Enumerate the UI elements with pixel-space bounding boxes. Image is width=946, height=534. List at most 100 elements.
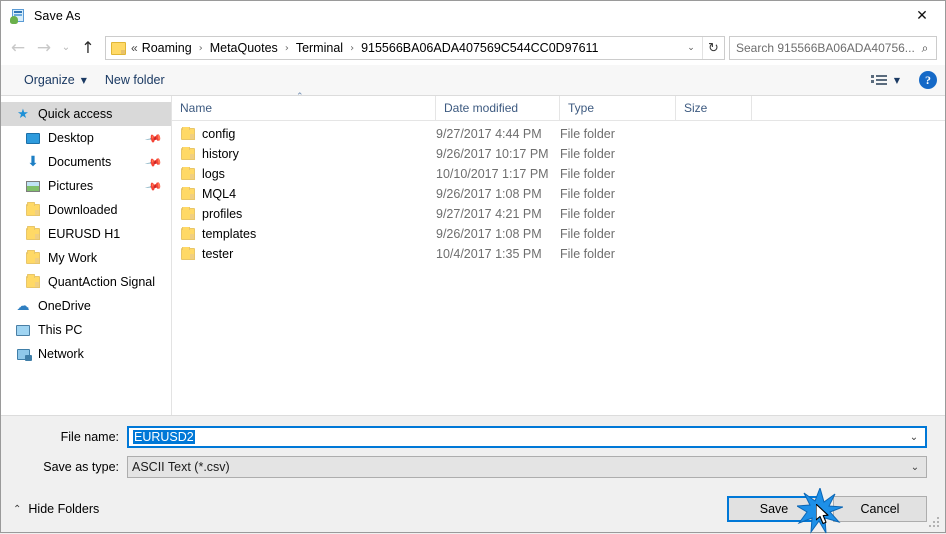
breadcrumb-item-terminal[interactable]: Terminal	[295, 41, 344, 55]
address-bar[interactable]: « Roaming › MetaQuotes › Terminal › 9155…	[105, 36, 725, 60]
file-name-cell: profiles	[172, 207, 436, 221]
pin-icon[interactable]: 📌	[144, 129, 163, 148]
filename-value-wrap: EURUSD2	[133, 430, 903, 444]
pin-icon[interactable]: 📌	[144, 153, 163, 172]
filename-row: File name: EURUSD2 ⌄	[1, 426, 945, 448]
table-row[interactable]: MQL4 9/26/2017 1:08 PM File folder	[172, 184, 945, 204]
search-icon[interactable]: ⌕	[916, 41, 934, 56]
folder-icon	[181, 247, 195, 260]
chevron-down-icon[interactable]: ⌄	[903, 432, 925, 443]
network-icon	[16, 348, 32, 361]
this-pc-icon-wrap	[13, 324, 33, 336]
file-type-cell: File folder	[560, 127, 615, 141]
file-date-cell: 10/10/2017 1:17 PM	[436, 167, 549, 181]
column-header-name-label: Name	[180, 101, 213, 115]
breadcrumb-separator-icon[interactable]: ›	[193, 43, 209, 54]
column-header-date-modified[interactable]: Date modified	[436, 96, 560, 120]
sidebar-item-label: My Work	[48, 251, 98, 265]
sidebar-item-onedrive[interactable]: ☁ OneDrive	[1, 294, 171, 318]
sidebar-item-eurusd-h1[interactable]: EURUSD H1	[1, 222, 171, 246]
hide-folders-button[interactable]: ⌃ Hide Folders	[13, 502, 99, 516]
up-one-level-icon[interactable]: ↑	[75, 35, 101, 61]
folder-icon-wrap	[23, 250, 43, 264]
table-row[interactable]: profiles 9/27/2017 4:21 PM File folder	[172, 204, 945, 224]
table-row[interactable]: history 9/26/2017 10:17 PM File folder	[172, 144, 945, 164]
new-folder-button[interactable]: New folder	[96, 69, 174, 91]
sidebar-item-quick-access[interactable]: ★ Quick access	[1, 102, 171, 126]
cancel-button[interactable]: Cancel	[833, 496, 927, 522]
column-header-size[interactable]: Size	[676, 96, 752, 120]
table-row[interactable]: logs 10/10/2017 1:17 PM File folder	[172, 164, 945, 184]
breadcrumb-overflow-icon[interactable]: «	[131, 41, 141, 55]
chevron-up-icon: ⌃	[13, 503, 22, 515]
address-folder-icon	[111, 41, 126, 55]
sidebar-item-this-pc[interactable]: This PC	[1, 318, 171, 342]
file-type-cell: File folder	[560, 227, 615, 241]
filetype-value: ASCII Text (*.csv)	[132, 460, 230, 474]
sort-ascending-icon: ⌃	[296, 92, 304, 102]
file-date-cell: 9/26/2017 1:08 PM	[436, 227, 542, 241]
onedrive-icon: ☁	[16, 298, 30, 314]
file-type-cell: File folder	[560, 147, 615, 161]
sidebar-item-label: QuantAction Signal	[48, 275, 156, 289]
window-title: Save As	[34, 9, 81, 23]
file-name-cell: tester	[172, 247, 436, 261]
filetype-row: Save as type: ASCII Text (*.csv) ⌄	[1, 456, 945, 478]
chevron-down-icon: ▼	[893, 75, 900, 85]
breadcrumb-item-roaming[interactable]: Roaming	[141, 41, 193, 55]
sidebar-item-desktop[interactable]: Desktop 📌	[1, 126, 171, 150]
sidebar-item-my-work[interactable]: My Work	[1, 246, 171, 270]
file-name-cell: logs	[172, 167, 436, 181]
chevron-down-icon[interactable]: ⌄	[904, 462, 926, 473]
file-date-cell: 9/26/2017 10:17 PM	[436, 147, 549, 161]
recent-locations-icon[interactable]: ⌄	[57, 35, 75, 61]
sidebar-item-network[interactable]: Network	[1, 342, 171, 366]
chevron-down-icon[interactable]: ⌄	[680, 37, 702, 59]
forward-icon[interactable]: →	[31, 35, 57, 61]
filetype-select[interactable]: ASCII Text (*.csv) ⌄	[127, 456, 927, 478]
file-name-label: profiles	[202, 207, 243, 221]
breadcrumb: « Roaming › MetaQuotes › Terminal › 9155…	[131, 41, 680, 55]
back-icon[interactable]: ←	[5, 35, 31, 61]
column-header-name[interactable]: Name ⌃	[172, 92, 436, 120]
file-type-cell: File folder	[560, 207, 615, 221]
table-row[interactable]: tester 10/4/2017 1:35 PM File folder	[172, 244, 945, 264]
new-folder-label: New folder	[104, 73, 165, 87]
navigation-bar: ← → ⌄ ↑ « Roaming › MetaQuotes › Termina…	[1, 31, 945, 65]
file-name-label: config	[202, 127, 236, 141]
refresh-icon[interactable]: ↻	[702, 37, 724, 59]
file-type-cell: File folder	[560, 167, 615, 181]
save-button[interactable]: Save	[727, 496, 821, 522]
network-icon-wrap	[13, 348, 33, 361]
search-input[interactable]: Search 915566BA06ADA40756... ⌕	[729, 36, 937, 60]
filename-input[interactable]: EURUSD2 ⌄	[127, 426, 927, 448]
sidebar-item-documents[interactable]: ⬇ Documents 📌	[1, 150, 171, 174]
folder-icon	[181, 167, 195, 180]
column-header-type[interactable]: Type	[560, 96, 676, 120]
pin-icon[interactable]: 📌	[144, 177, 163, 196]
filetype-label: Save as type:	[43, 460, 119, 474]
breadcrumb-item-terminal-id[interactable]: 915566BA06ADA407569C544CC0D97611	[360, 41, 599, 55]
file-type-cell: File folder	[560, 187, 615, 201]
button-row: ⌃ Hide Folders Save Cancel	[1, 486, 945, 532]
table-row[interactable]: config 9/27/2017 4:44 PM File folder	[172, 124, 945, 144]
sidebar-item-quantaction-signal[interactable]: QuantAction Signal	[1, 270, 171, 294]
change-view-button[interactable]: ▼	[866, 71, 905, 90]
sidebar-item-pictures[interactable]: Pictures 📌	[1, 174, 171, 198]
folder-icon	[181, 227, 195, 240]
help-button[interactable]: ?	[919, 71, 937, 89]
sidebar-item-label: Documents	[48, 155, 112, 169]
table-row[interactable]: templates 9/26/2017 1:08 PM File folder	[172, 224, 945, 244]
this-pc-icon	[16, 324, 30, 336]
list-view-icon	[870, 74, 888, 87]
star-icon-wrap: ★	[13, 107, 33, 122]
close-icon[interactable]: ✕	[899, 1, 945, 31]
file-rows: config 9/27/2017 4:44 PM File folder histor…	[172, 121, 945, 415]
breadcrumb-separator-icon[interactable]: ›	[344, 43, 360, 54]
organize-button[interactable]: Organize ▼	[15, 69, 96, 91]
sidebar-item-downloaded[interactable]: Downloaded	[1, 198, 171, 222]
column-header-date-label: Date modified	[444, 101, 519, 115]
file-name-label: tester	[202, 247, 234, 261]
breadcrumb-item-metaquotes[interactable]: MetaQuotes	[209, 41, 279, 55]
breadcrumb-separator-icon[interactable]: ›	[279, 43, 295, 54]
